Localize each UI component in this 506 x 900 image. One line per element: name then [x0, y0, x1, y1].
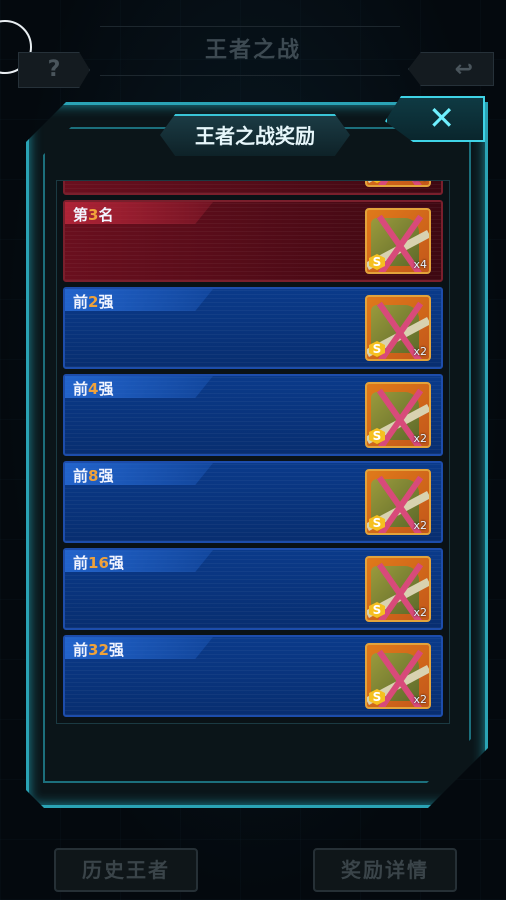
reward-item-icon[interactable]: Sx2 — [365, 382, 431, 448]
rank-label: 前4强 — [73, 378, 113, 399]
rank-suffix: 强 — [98, 380, 114, 398]
reward-row: 前8强 Sx2 — [63, 461, 443, 543]
top-bar: 王者之战 ? ↩ — [0, 0, 506, 100]
back-icon: ↩ — [454, 57, 473, 82]
reward-item-icon[interactable]: Sx4 — [365, 208, 431, 274]
reward-item-icon[interactable]: Sx2 — [365, 469, 431, 535]
rank-suffix: 强 — [98, 293, 114, 311]
reward-item-icon[interactable]: Sx4 — [365, 181, 431, 187]
item-quantity: x2 — [413, 345, 427, 358]
help-button[interactable]: ? — [18, 52, 90, 88]
reward-row: 第2名Sx4 — [63, 181, 443, 195]
reward-item-icon[interactable]: Sx2 — [365, 643, 431, 709]
rank-label: 前2强 — [73, 291, 113, 312]
rank-number: 8 — [88, 467, 99, 485]
item-quantity: x2 — [413, 519, 427, 532]
rank-number: 2 — [88, 293, 99, 311]
rank-prefix: 前 — [73, 641, 89, 659]
back-button[interactable]: ↩ — [408, 52, 494, 86]
reward-row: 前16强 Sx2 — [63, 548, 443, 630]
item-quantity: x2 — [413, 432, 427, 445]
reward-item-icon[interactable]: Sx2 — [365, 556, 431, 622]
rank-number: 16 — [88, 554, 109, 572]
reward-row: 前2强 Sx2 — [63, 287, 443, 369]
rank-label: 前32强 — [73, 639, 124, 660]
reward-item-icon[interactable]: Sx2 — [365, 295, 431, 361]
rank-suffix: 强 — [108, 641, 124, 659]
history-kings-button[interactable]: 历史王者 — [54, 848, 198, 892]
rank-suffix: 强 — [98, 467, 114, 485]
rank-prefix: 前 — [73, 554, 89, 572]
reward-row: 第3名 Sx4 — [63, 200, 443, 282]
rank-prefix: 前 — [73, 293, 89, 311]
rank-prefix: 前 — [73, 380, 89, 398]
help-icon: ? — [47, 57, 61, 82]
item-quantity: x4 — [413, 181, 427, 184]
rank-suffix: 名 — [98, 206, 114, 224]
rank-number: 32 — [88, 641, 109, 659]
reward-list[interactable]: 第2名Sx4第3名Sx4前2强Sx2前4强Sx2前8强Sx2前16强Sx2前32… — [56, 180, 450, 724]
rank-number: 3 — [88, 206, 99, 224]
dialog-title: 王者之战奖励 — [160, 114, 350, 156]
reward-row: 前4强 Sx2 — [63, 374, 443, 456]
rank-prefix: 第 — [73, 206, 89, 224]
item-quantity: x4 — [413, 258, 427, 271]
rank-prefix: 前 — [73, 467, 89, 485]
rank-suffix: 强 — [108, 554, 124, 572]
reward-row: 前32强 Sx2 — [63, 635, 443, 717]
item-quantity: x2 — [413, 693, 427, 706]
reward-list-content: 第2名Sx4第3名Sx4前2强Sx2前4强Sx2前8强Sx2前16强Sx2前32… — [63, 181, 443, 722]
close-icon: ✕ — [428, 99, 455, 137]
rank-number: 4 — [88, 380, 99, 398]
rank-label: 前8强 — [73, 465, 113, 486]
rank-label: 前16强 — [73, 552, 124, 573]
reward-details-button[interactable]: 奖励详情 — [313, 848, 457, 892]
item-quantity: x2 — [413, 606, 427, 619]
rank-label: 第3名 — [73, 204, 113, 225]
